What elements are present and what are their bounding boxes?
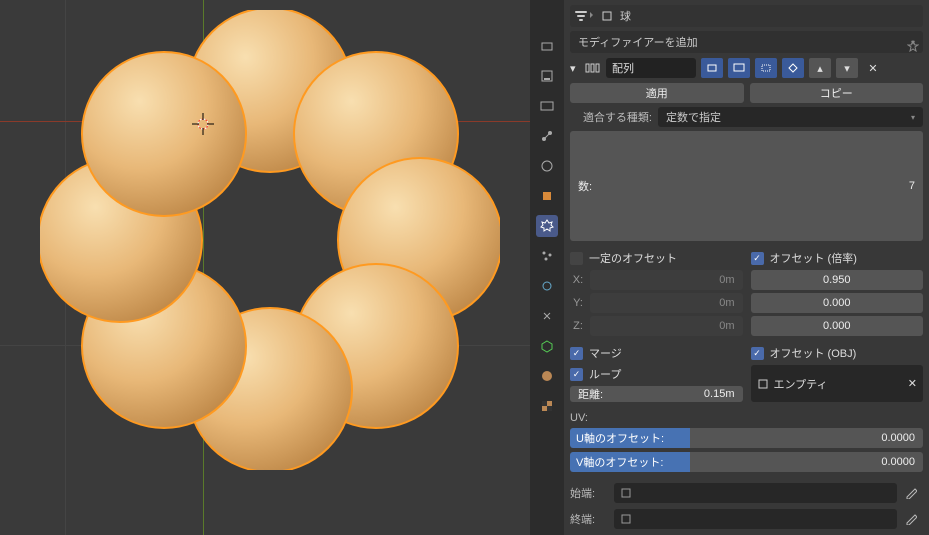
scene-tab-icon[interactable] xyxy=(536,125,558,147)
pin-icon[interactable] xyxy=(907,40,919,52)
move-up-button[interactable]: ▴ xyxy=(809,58,831,78)
u-offset-field[interactable]: 0.0000 xyxy=(690,428,923,448)
add-modifier-dropdown[interactable]: モディファイアーを追加 xyxy=(570,31,923,53)
output-tab-icon[interactable] xyxy=(536,65,558,87)
render-tab-icon[interactable] xyxy=(536,35,558,57)
modifier-tab-icon[interactable] xyxy=(536,215,558,237)
object-name: 球 xyxy=(620,8,631,24)
move-down-button[interactable]: ▾ xyxy=(836,58,858,78)
cage-toggle[interactable] xyxy=(782,58,804,78)
render-visibility-toggle[interactable] xyxy=(701,58,723,78)
apply-button[interactable]: 適用 xyxy=(570,83,744,103)
physics-tab-icon[interactable] xyxy=(536,275,558,297)
array-modifier-icon xyxy=(585,61,601,75)
relative-offset-checkbox[interactable]: ✓ オフセット (倍率) xyxy=(751,249,924,267)
object-type-icon xyxy=(600,9,614,23)
fit-type-dropdown[interactable]: 定数で指定 xyxy=(658,107,923,127)
collapse-icon[interactable]: ▾ xyxy=(570,62,580,75)
viewport-visibility-toggle[interactable] xyxy=(728,58,750,78)
eyedropper-icon[interactable] xyxy=(905,513,923,525)
viewlayer-tab-icon[interactable] xyxy=(536,95,558,117)
mesh-object-preview xyxy=(40,10,500,470)
constraints-tab-icon[interactable] xyxy=(536,305,558,327)
relative-x-field[interactable]: 0.950 xyxy=(751,270,924,290)
loop-checkbox[interactable]: ✓ループ xyxy=(570,365,743,383)
particles-tab-icon[interactable] xyxy=(536,245,558,267)
empty-icon xyxy=(757,378,769,390)
relative-z-field[interactable]: 0.000 xyxy=(751,316,924,336)
constant-offset-checkbox[interactable]: 一定のオフセット xyxy=(570,249,743,267)
clear-object-button[interactable]: ✕ xyxy=(908,377,917,390)
copy-button[interactable]: コピー xyxy=(750,83,924,103)
eyedropper-icon[interactable] xyxy=(905,487,923,499)
v-offset-label: V軸のオフセット: xyxy=(570,452,690,472)
mesh-icon xyxy=(620,513,632,525)
count-field[interactable]: 数: 7 xyxy=(570,131,923,241)
merge-checkbox[interactable]: ✓マージ xyxy=(570,344,743,362)
merge-distance-field[interactable]: 距離:0.15m xyxy=(570,386,743,402)
data-tab-icon[interactable] xyxy=(536,335,558,357)
constant-y-field[interactable]: 0m xyxy=(590,293,743,313)
start-cap-field[interactable] xyxy=(614,483,897,503)
constant-z-field[interactable]: 0m xyxy=(590,316,743,336)
modifier-name-field[interactable]: 配列 xyxy=(606,58,696,78)
world-tab-icon[interactable] xyxy=(536,155,558,177)
fit-type-label: 適合する種類: xyxy=(570,109,652,125)
mesh-icon xyxy=(620,487,632,499)
object-tab-icon[interactable] xyxy=(536,185,558,207)
relative-y-field[interactable]: 0.000 xyxy=(751,293,924,313)
constant-x-field[interactable]: 0m xyxy=(590,270,743,290)
material-tab-icon[interactable] xyxy=(536,365,558,387)
filter-icon[interactable] xyxy=(574,9,594,23)
modifier-header: ▾ 配列 ▴ ▾ ✕ xyxy=(570,57,923,79)
end-cap-label: 終端: xyxy=(570,511,606,527)
end-cap-field[interactable] xyxy=(614,509,897,529)
properties-panel: 球 モディファイアーを追加 ▾ 配列 ▴ ▾ ✕ 適用 コピー 適合 xyxy=(564,0,929,535)
texture-tab-icon[interactable] xyxy=(536,395,558,417)
delete-modifier-button[interactable]: ✕ xyxy=(863,62,883,75)
start-cap-label: 始端: xyxy=(570,485,606,501)
object-offset-checkbox[interactable]: ✓オフセット (OBJ) xyxy=(751,344,924,362)
v-offset-field[interactable]: 0.0000 xyxy=(690,452,923,472)
context-header: 球 xyxy=(570,5,923,27)
editmode-toggle[interactable] xyxy=(755,58,777,78)
properties-tabs xyxy=(530,0,564,535)
object-offset-target-field[interactable]: エンプティ ✕ xyxy=(751,365,924,402)
viewport-3d[interactable] xyxy=(0,0,530,535)
u-offset-label: U軸のオフセット: xyxy=(570,428,690,448)
uv-label: UV: xyxy=(570,412,923,424)
